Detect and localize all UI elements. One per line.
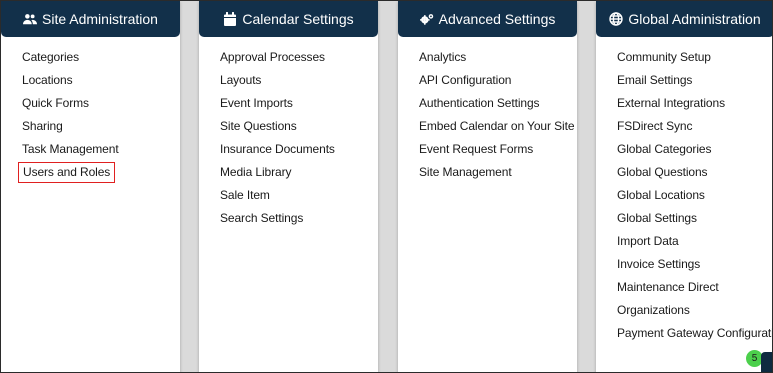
global-administration-header: Global Administration xyxy=(596,1,772,37)
link-insurance-documents[interactable]: Insurance Documents xyxy=(220,143,378,166)
link-site-management[interactable]: Site Management xyxy=(419,166,577,189)
link-payment-gateway-configurations[interactable]: Payment Gateway Configurations xyxy=(617,327,772,350)
link-users-and-roles[interactable]: Users and Roles xyxy=(17,162,180,189)
globe-icon xyxy=(609,12,624,26)
link-quick-forms[interactable]: Quick Forms xyxy=(22,97,180,120)
link-maintenance-direct[interactable]: Maintenance Direct xyxy=(617,281,772,304)
link-api-configuration[interactable]: API Configuration xyxy=(419,74,577,97)
link-global-settings[interactable]: Global Settings xyxy=(617,212,772,235)
link-email-settings[interactable]: Email Settings xyxy=(617,74,772,97)
advanced-settings-card: Advanced Settings Analytics API Configur… xyxy=(398,1,577,372)
global-administration-links: Community Setup Email Settings External … xyxy=(596,37,772,350)
link-sale-item[interactable]: Sale Item xyxy=(220,189,378,212)
link-layouts[interactable]: Layouts xyxy=(220,74,378,97)
calendar-settings-title: Calendar Settings xyxy=(242,11,354,27)
link-global-locations[interactable]: Global Locations xyxy=(617,189,772,212)
advanced-settings-links: Analytics API Configuration Authenticati… xyxy=(398,37,577,189)
link-locations[interactable]: Locations xyxy=(22,74,180,97)
site-administration-links: Categories Locations Quick Forms Sharing… xyxy=(1,37,180,189)
help-widget-button[interactable] xyxy=(761,352,772,372)
global-administration-card: Global Administration Community Setup Em… xyxy=(596,1,772,372)
calendar-settings-header: Calendar Settings xyxy=(199,1,378,37)
link-authentication-settings[interactable]: Authentication Settings xyxy=(419,97,577,120)
link-embed-calendar[interactable]: Embed Calendar on Your Site xyxy=(419,120,577,143)
link-global-categories[interactable]: Global Categories xyxy=(617,143,772,166)
link-search-settings[interactable]: Search Settings xyxy=(220,212,378,235)
link-organizations[interactable]: Organizations xyxy=(617,304,772,327)
link-categories[interactable]: Categories xyxy=(22,51,180,74)
calendar-settings-card: Calendar Settings Approval Processes Lay… xyxy=(199,1,378,372)
advanced-settings-title: Advanced Settings xyxy=(438,11,556,27)
link-media-library[interactable]: Media Library xyxy=(220,166,378,189)
site-administration-header: Site Administration xyxy=(1,1,180,37)
link-event-imports[interactable]: Event Imports xyxy=(220,97,378,120)
link-community-setup[interactable]: Community Setup xyxy=(617,51,772,74)
global-administration-title: Global Administration xyxy=(628,11,761,27)
link-external-integrations[interactable]: External Integrations xyxy=(617,97,772,120)
link-sharing[interactable]: Sharing xyxy=(22,120,180,143)
link-task-management[interactable]: Task Management xyxy=(22,143,180,166)
calendar-settings-links: Approval Processes Layouts Event Imports… xyxy=(199,37,378,235)
admin-settings-panel: Site Administration Categories Locations… xyxy=(0,0,773,373)
site-administration-title: Site Administration xyxy=(42,11,158,27)
link-event-request-forms[interactable]: Event Request Forms xyxy=(419,143,577,166)
link-invoice-settings[interactable]: Invoice Settings xyxy=(617,258,772,281)
link-import-data[interactable]: Import Data xyxy=(617,235,772,258)
users-cog-icon xyxy=(23,12,38,26)
cogs-icon xyxy=(419,12,434,26)
calendar-icon xyxy=(223,12,237,26)
link-fsdirect-sync[interactable]: FSDirect Sync xyxy=(617,120,772,143)
link-approval-processes[interactable]: Approval Processes xyxy=(220,51,378,74)
advanced-settings-header: Advanced Settings xyxy=(398,1,577,37)
link-global-questions[interactable]: Global Questions xyxy=(617,166,772,189)
link-analytics[interactable]: Analytics xyxy=(419,51,577,74)
site-administration-card: Site Administration Categories Locations… xyxy=(1,1,180,372)
link-site-questions[interactable]: Site Questions xyxy=(220,120,378,143)
